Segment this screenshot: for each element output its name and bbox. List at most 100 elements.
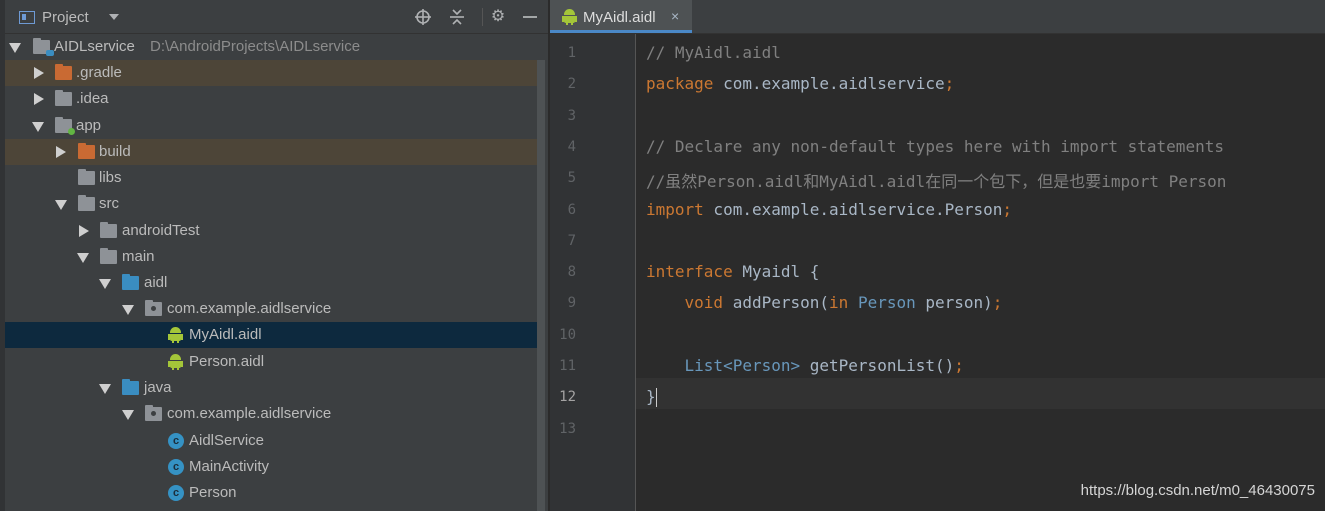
chevron-down-icon[interactable] xyxy=(109,14,119,20)
collapse-all-icon[interactable] xyxy=(448,8,466,26)
code-token: ; xyxy=(1002,199,1013,219)
tree-item-person-class[interactable]: c Person xyxy=(5,480,543,506)
tree-item-src[interactable]: src xyxy=(5,191,543,217)
code-token: } xyxy=(646,387,656,407)
folder-orange-icon xyxy=(55,64,72,80)
line-number: 13 xyxy=(559,420,576,437)
folder-gray-icon xyxy=(78,195,95,211)
tree-item-main[interactable]: main xyxy=(5,244,543,270)
code-token: // Declare any non-default types here wi… xyxy=(646,136,1224,156)
tree-item-person-aidl[interactable]: Person.aidl xyxy=(5,349,543,375)
code-line: //虽然Person.aidl和MyAidl.aidl在同一个包下，但是也要im… xyxy=(646,168,1226,192)
header-separator xyxy=(482,8,483,26)
tree-item-label: aidl xyxy=(144,274,168,291)
code-token: Myaidl { xyxy=(732,262,820,282)
code-token: ; xyxy=(992,293,1003,313)
code-line: interface Myaidl { xyxy=(646,262,819,281)
tree-item-package-java[interactable]: com.example.aidlservice xyxy=(5,401,543,427)
folder-blue-icon xyxy=(122,379,139,395)
tree-item-aidl[interactable]: aidl xyxy=(5,270,543,296)
tree-item-label: com.example.aidlservice xyxy=(167,300,332,317)
minimize-icon[interactable] xyxy=(521,8,539,26)
project-title[interactable]: Project xyxy=(42,9,89,26)
code-line: // Declare any non-default types here wi… xyxy=(646,137,1224,156)
code-token: interface xyxy=(646,262,733,282)
code-line: package com.example.aidlservice; xyxy=(646,74,954,93)
tree-item-aidlservice-class[interactable]: c AidlService xyxy=(5,428,543,454)
chevron-down-icon[interactable] xyxy=(122,305,134,315)
tree-item-label: Person.aidl xyxy=(189,353,265,370)
code-token: ; xyxy=(944,74,955,94)
code-line: void addPerson(in Person person); xyxy=(646,293,1003,313)
tree-item-libs[interactable]: libs xyxy=(5,165,543,191)
text-caret xyxy=(655,388,658,408)
tree-item-androidtest[interactable]: androidTest xyxy=(5,218,543,244)
locate-icon[interactable] xyxy=(414,8,432,26)
code-line: } xyxy=(646,387,658,408)
line-number: 6 xyxy=(567,201,576,218)
code-token: addPerson( xyxy=(723,293,830,313)
tree-item-aidlservice[interactable]: AIDLservice D:\AndroidProjects\AIDLservi… xyxy=(5,34,543,60)
line-number: 10 xyxy=(559,326,576,343)
code-token: //虽然Person.aidl和MyAidl.aidl在同一个包下，但是也要im… xyxy=(646,172,1227,192)
line-number-gutter: 1 2 3 4 5 6 7 8 9 10 11 12 13 xyxy=(550,34,636,511)
line-number: 2 xyxy=(567,76,576,93)
line-number: 12 xyxy=(559,389,576,406)
close-icon[interactable]: × xyxy=(671,8,679,24)
chevron-down-icon[interactable] xyxy=(99,384,111,394)
chevron-down-icon[interactable] xyxy=(9,43,21,53)
chevron-right-icon[interactable] xyxy=(56,146,66,158)
chevron-down-icon[interactable] xyxy=(77,253,89,263)
chevron-down-icon[interactable] xyxy=(122,410,134,420)
chevron-down-icon[interactable] xyxy=(99,279,111,289)
line-number: 8 xyxy=(567,264,576,281)
folder-gray-icon xyxy=(100,222,117,238)
tree-scrollbar[interactable] xyxy=(537,60,545,511)
class-icon: c xyxy=(168,459,184,475)
tree-item-label: androidTest xyxy=(122,222,200,239)
folder-gray-icon xyxy=(55,90,72,106)
code-token: getPersonList() xyxy=(800,356,955,375)
line-number: 1 xyxy=(567,45,576,61)
tree-item-app[interactable]: app xyxy=(5,113,543,139)
tab-myaidl[interactable]: MyAidl.aidl × xyxy=(550,0,692,33)
code-area[interactable]: // MyAidl.aidl package com.example.aidlse… xyxy=(646,34,1325,511)
code-token: Person xyxy=(857,293,916,313)
tree-item-myaidl[interactable]: MyAidl.aidl xyxy=(5,322,543,348)
chevron-down-icon[interactable] xyxy=(55,200,67,210)
chevron-right-icon[interactable] xyxy=(79,225,89,237)
tree-item-package-aidl[interactable]: com.example.aidlservice xyxy=(5,296,543,322)
tree-item-label: src xyxy=(99,195,119,212)
tree-item-label: app xyxy=(76,117,102,134)
tree-item-idea[interactable]: .idea xyxy=(5,86,543,112)
android-icon xyxy=(168,327,183,343)
code-line: List<Person> getPersonList(); xyxy=(646,356,964,375)
module-folder-icon xyxy=(55,117,75,135)
tree-item-gradle[interactable]: .gradle xyxy=(5,60,543,86)
tree-item-label: Person xyxy=(189,484,237,501)
tree-item-label: java xyxy=(144,379,172,396)
folder-blue-icon xyxy=(122,274,139,290)
chevron-right-icon[interactable] xyxy=(34,93,44,105)
tree-item-label: .gradle xyxy=(76,64,122,81)
folder-gray-icon xyxy=(100,248,117,264)
chevron-down-icon[interactable] xyxy=(32,122,44,132)
line-number: 4 xyxy=(567,138,576,155)
tree-item-mainactivity[interactable]: c MainActivity xyxy=(5,454,543,480)
gear-icon[interactable]: ⚙ xyxy=(489,8,507,26)
chevron-right-icon[interactable] xyxy=(34,67,44,79)
tree-item-label: AidlService xyxy=(189,432,265,449)
android-icon xyxy=(562,9,577,25)
package-icon xyxy=(145,405,162,421)
code-line: // MyAidl.aidl xyxy=(646,43,781,62)
folder-gray-icon xyxy=(78,169,95,185)
project-panel-icon xyxy=(19,11,35,24)
tree-item-build[interactable]: build xyxy=(5,139,543,165)
code-token: List<Person> xyxy=(684,356,801,375)
line-number: 5 xyxy=(567,170,576,187)
code-token: person) xyxy=(915,293,993,313)
watermark: https://blog.csdn.net/m0_46430075 xyxy=(1080,482,1315,499)
tree-item-java[interactable]: java xyxy=(5,375,543,401)
